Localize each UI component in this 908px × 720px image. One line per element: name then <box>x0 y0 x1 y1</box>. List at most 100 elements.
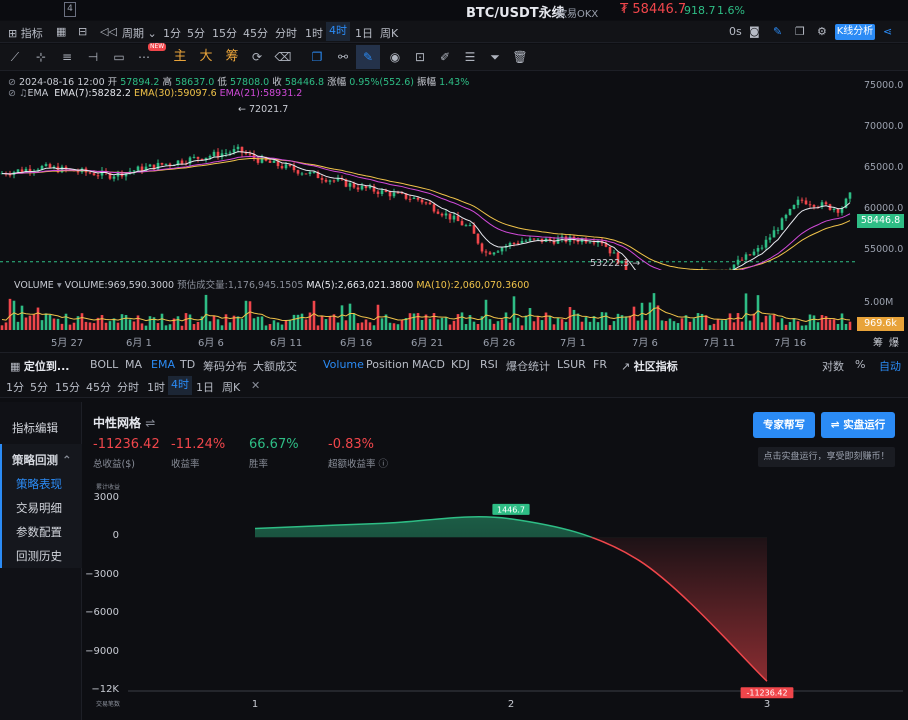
chevron-down-icon: ⌄ <box>147 27 157 40</box>
lock-icon[interactable]: ⊡ <box>411 48 429 66</box>
main-ind-ma[interactable]: MA <box>125 358 142 371</box>
strategy-sidebar: 指标编辑 策略回测 ⌃ 策略表现 交易明细 参数配置 回测历史 <box>0 402 82 720</box>
channel-tool-icon[interactable]: ≡ <box>58 48 76 66</box>
chip-label[interactable]: 筹 <box>873 334 883 349</box>
main-ind-large[interactable]: 大额成交 <box>253 358 297 374</box>
list-icon[interactable]: ☰ <box>461 48 479 66</box>
tf-15m[interactable]: 15分 <box>212 25 237 41</box>
backtest-header[interactable]: 策略回测 ⌃ <box>12 452 72 468</box>
table-icon[interactable]: ⊟ <box>78 25 87 38</box>
indicator-menu[interactable]: ⊞ 指标 <box>8 25 43 41</box>
sub-ind-kdj[interactable]: KDJ <box>451 358 470 371</box>
bt-tf-1h[interactable]: 1时 <box>147 379 165 395</box>
volume-bar <box>328 315 332 330</box>
date-tick: 6月 21 <box>411 338 444 349</box>
collapse-icon[interactable]: ⊘ <box>8 77 16 88</box>
trash-icon[interactable]: 🗑 <box>511 48 529 66</box>
calendar-icon[interactable]: ▦ <box>56 25 66 38</box>
candle-body <box>208 156 212 158</box>
liquidation-label[interactable]: 爆 <box>889 334 899 349</box>
large-order-toggle[interactable]: 大 <box>197 48 215 66</box>
sub-ind-fr[interactable]: FR <box>593 358 607 371</box>
rect-tool-icon[interactable]: ▭ <box>110 48 128 66</box>
sub-ind-volume[interactable]: Volume <box>323 358 364 371</box>
chip-toggle[interactable]: 筹 <box>223 48 241 66</box>
volume-bar <box>648 302 652 330</box>
share-icon[interactable]: ⋖ <box>883 25 892 38</box>
eye-icon[interactable]: ◉ <box>386 48 404 66</box>
volume-bar <box>136 315 140 330</box>
sub-ind-liquidation[interactable]: 爆仓统计 <box>506 358 550 374</box>
tf-45m[interactable]: 45分 <box>243 25 268 41</box>
tf-5m[interactable]: 5分 <box>187 25 205 41</box>
bt-tf-week[interactable]: 周K <box>222 379 240 395</box>
pen-magnet-icon[interactable]: ✎ <box>356 45 380 69</box>
side-item-performance[interactable]: 策略表现 <box>16 476 62 492</box>
volume-bar <box>372 325 376 330</box>
candle-body <box>304 173 308 175</box>
sync-icon[interactable]: ⟳ <box>248 48 266 66</box>
side-item-history[interactable]: 回测历史 <box>16 548 62 564</box>
tf-4h[interactable]: 4时 <box>326 22 350 41</box>
camera-icon[interactable]: ◙ <box>749 25 760 38</box>
main-ind-boll[interactable]: BOLL <box>90 358 118 371</box>
ray-tool-icon[interactable]: ⊣ <box>84 48 102 66</box>
main-ind-chip[interactable]: 筹码分布 <box>203 358 247 374</box>
filter-icon[interactable]: ⏷ <box>486 48 504 66</box>
sub-ind-position[interactable]: Position <box>366 358 409 371</box>
community-indicators[interactable]: ↗ 社区指标 <box>621 358 678 374</box>
kline-analysis-button[interactable]: K线分析 <box>835 24 875 40</box>
main-ind-td[interactable]: TD <box>180 358 195 371</box>
period-menu[interactable]: 周期 ⌄ <box>122 25 157 41</box>
bt-tf-timeshare[interactable]: 分时 <box>117 379 139 395</box>
main-chart-toggle[interactable]: 主 <box>171 48 189 66</box>
side-item-params[interactable]: 参数配置 <box>16 524 62 540</box>
locate-button[interactable]: ▦ 定位到... <box>10 358 69 374</box>
bt-tf-1m[interactable]: 1分 <box>6 379 24 395</box>
candle-body <box>832 208 836 210</box>
percent-toggle[interactable]: % <box>855 358 865 371</box>
pair-title[interactable]: BTC/USDT永续 <box>466 2 565 21</box>
popout-icon[interactable]: ❐ <box>795 25 805 38</box>
replay-icon[interactable]: ◁◁ <box>100 25 117 38</box>
last-price-tag: 58446.8 <box>857 214 904 228</box>
profit-chart[interactable]: 1 2 3 1446.7 -11236.42 <box>83 402 908 720</box>
sub-ind-macd[interactable]: MACD <box>412 358 445 371</box>
log-scale-toggle[interactable]: 对数 <box>822 358 844 374</box>
collapse-icon[interactable]: ⊘ <box>8 88 16 99</box>
hline-tool-icon[interactable]: ⊹ <box>32 48 50 66</box>
bt-tf-1d[interactable]: 1日 <box>196 379 214 395</box>
y-tick: 55000.0 <box>864 244 904 255</box>
copy-icon[interactable]: ❐ <box>308 48 326 66</box>
note-icon[interactable]: ✐ <box>436 48 454 66</box>
side-item-trades[interactable]: 交易明细 <box>16 500 62 516</box>
bt-tf-4h[interactable]: 4时 <box>168 376 192 395</box>
draw-icon[interactable]: ✎ <box>773 25 782 38</box>
refresh-interval[interactable]: 0s <box>729 25 742 38</box>
bt-tf-15m[interactable]: 15分 <box>55 379 80 395</box>
close-icon[interactable]: ✕ <box>251 379 260 392</box>
bt-tf-45m[interactable]: 45分 <box>86 379 111 395</box>
line-tool-icon[interactable]: ⟋ <box>6 48 24 66</box>
candle-body <box>76 171 80 173</box>
settings-icon[interactable]: ⚙ <box>817 25 827 38</box>
tf-1m[interactable]: 1分 <box>163 25 181 41</box>
candlestick-chart[interactable] <box>0 100 856 270</box>
sub-ind-lsur[interactable]: LSUR <box>557 358 586 371</box>
indicator-edit[interactable]: 指标编辑 <box>12 420 58 436</box>
candle-body <box>564 236 568 242</box>
volume-chart[interactable] <box>0 286 856 330</box>
volume-bar <box>472 321 476 330</box>
tf-1h[interactable]: 1时 <box>305 25 323 41</box>
tab-number[interactable]: 4 <box>64 2 76 17</box>
auto-scale-toggle[interactable]: 自动 <box>879 358 901 374</box>
sub-ind-rsi[interactable]: RSI <box>480 358 498 371</box>
tf-week[interactable]: 周K <box>380 25 398 41</box>
bell-icon[interactable]: ♫ <box>19 88 28 99</box>
main-ind-ema[interactable]: EMA <box>151 358 175 371</box>
tf-1d[interactable]: 1日 <box>355 25 373 41</box>
eraser-icon[interactable]: ⌫ <box>274 48 292 66</box>
bt-tf-5m[interactable]: 5分 <box>30 379 48 395</box>
link-icon[interactable]: ⚯ <box>334 48 352 66</box>
tf-timeshare[interactable]: 分时 <box>275 25 297 41</box>
